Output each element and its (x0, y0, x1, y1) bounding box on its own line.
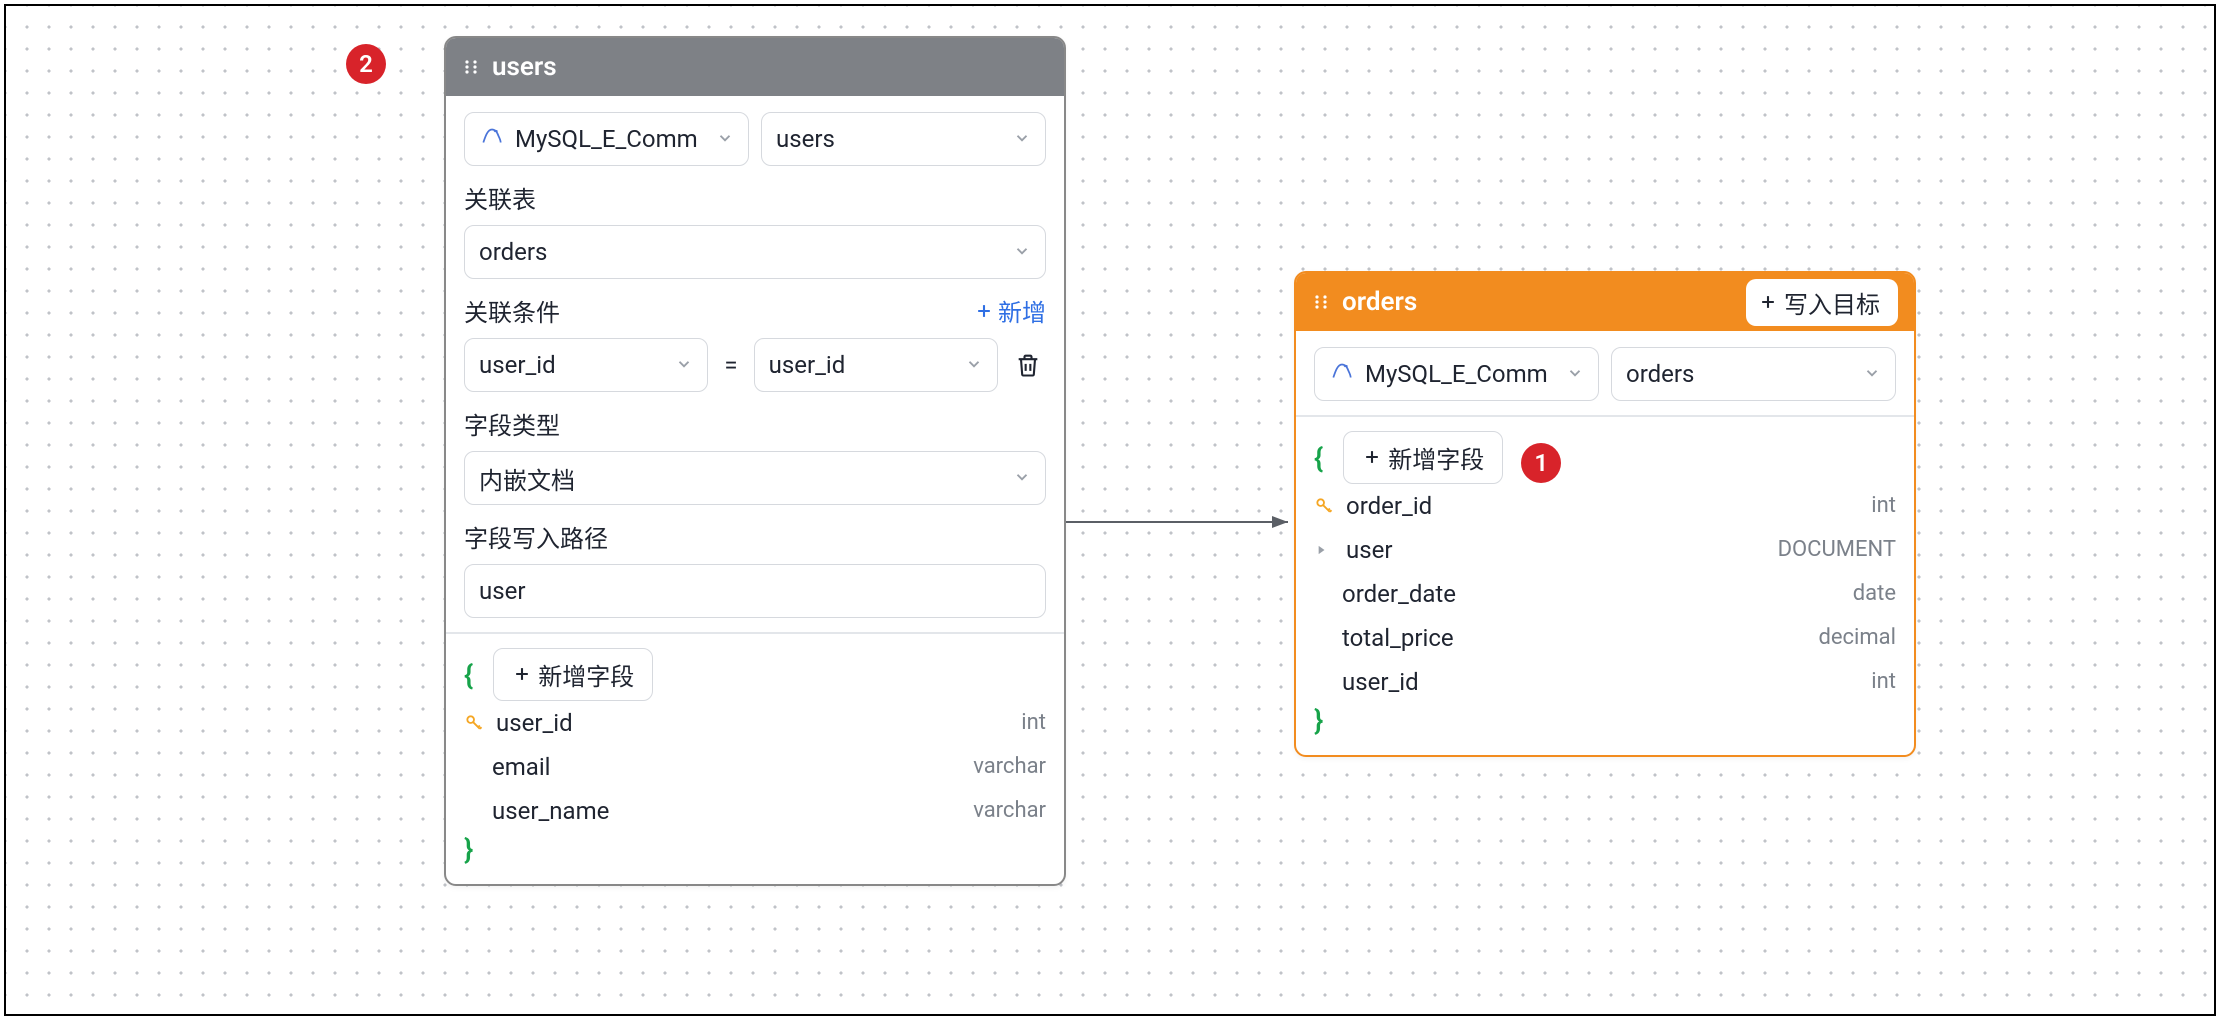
write-path-input[interactable]: user (464, 564, 1046, 618)
add-field-label: 新增字段 (1388, 440, 1484, 475)
field-row[interactable]: email varchar (464, 745, 1046, 789)
field-type: date (1853, 581, 1896, 606)
field-row[interactable]: order_date date (1314, 572, 1896, 616)
close-brace-icon: } (1314, 704, 1323, 737)
field-type: DOCUMENT (1778, 537, 1896, 562)
field-type: varchar (973, 754, 1046, 779)
open-brace-icon: { (464, 658, 473, 691)
open-brace-icon: { (1314, 441, 1323, 474)
close-brace-icon: } (464, 833, 473, 866)
chevron-down-icon (965, 351, 983, 379)
node-orders[interactable]: orders 写入目标 MySQL_E_Comm or (1294, 271, 1916, 757)
join-left-select[interactable]: user_id (464, 338, 708, 392)
chevron-down-icon (1013, 238, 1031, 266)
chevron-down-icon (716, 125, 734, 153)
join-conditions-label: 关联条件 新增 (464, 293, 1046, 328)
drag-handle-icon[interactable] (462, 58, 480, 76)
mysql-icon (1329, 358, 1355, 390)
connection-value: MySQL_E_Comm (515, 125, 708, 153)
mysql-icon (479, 123, 505, 155)
add-field-button[interactable]: 新增字段 (1343, 431, 1503, 484)
field-type: int (1871, 493, 1896, 518)
chevron-down-icon (1013, 125, 1031, 153)
field-row[interactable]: total_price decimal (1314, 616, 1896, 660)
connection-select[interactable]: MySQL_E_Comm (464, 112, 749, 166)
field-type-select[interactable]: 内嵌文档 (464, 451, 1046, 505)
node-orders-title: orders (1342, 287, 1417, 317)
node-users-body: MySQL_E_Comm users 关联表 orders (446, 96, 1064, 634)
join-left-value: user_id (479, 351, 667, 379)
annotation-badge-2: 2 (346, 44, 386, 84)
write-path-label: 字段写入路径 (464, 519, 1046, 554)
field-type-label: 字段类型 (464, 406, 1046, 441)
join-right-select[interactable]: user_id (754, 338, 998, 392)
drag-handle-icon[interactable] (1312, 293, 1330, 311)
field-name: user_name (492, 797, 973, 825)
chevron-down-icon (1013, 464, 1031, 492)
related-table-value: orders (479, 238, 1005, 266)
join-operator: = (720, 351, 741, 379)
field-row[interactable]: user_id int (464, 701, 1046, 745)
add-condition-label: 新增 (998, 293, 1046, 328)
annotation-badge-1: 1 (1521, 443, 1561, 483)
field-name: order_id (1346, 492, 1871, 520)
table-select[interactable]: orders (1611, 347, 1896, 401)
canvas[interactable]: 2 users MySQL_E_Comm use (4, 4, 2216, 1016)
field-name: user_id (1342, 668, 1871, 696)
field-row[interactable]: user DOCUMENT (1314, 528, 1896, 572)
field-row[interactable]: order_id int (1314, 484, 1896, 528)
field-type-value: 内嵌文档 (479, 461, 1005, 496)
field-name: total_price (1342, 624, 1818, 652)
field-name: user_id (496, 709, 1021, 737)
node-users[interactable]: users MySQL_E_Comm users (444, 36, 1066, 886)
related-table-select[interactable]: orders (464, 225, 1046, 279)
caret-right-icon[interactable] (1314, 543, 1338, 557)
chevron-down-icon (1566, 360, 1584, 388)
primary-key-icon (464, 713, 488, 733)
field-name: user (1346, 536, 1778, 564)
field-type: int (1871, 669, 1896, 694)
connection-select[interactable]: MySQL_E_Comm (1314, 347, 1599, 401)
users-fields-block: { 新增字段 user_id int email varchar user_na… (446, 634, 1064, 884)
field-name: email (492, 753, 973, 781)
table-value: orders (1626, 360, 1855, 388)
connection-value: MySQL_E_Comm (1365, 360, 1558, 388)
node-orders-body: MySQL_E_Comm orders (1296, 331, 1914, 417)
chevron-down-icon (1863, 360, 1881, 388)
field-type: varchar (973, 798, 1046, 823)
table-value: users (776, 125, 1005, 153)
node-users-header[interactable]: users (446, 38, 1064, 96)
node-users-title: users (492, 52, 557, 82)
connector-arrow (1066, 512, 1294, 532)
primary-key-icon (1314, 496, 1338, 516)
field-type: int (1021, 710, 1046, 735)
table-select[interactable]: users (761, 112, 1046, 166)
field-row[interactable]: user_name varchar (464, 789, 1046, 833)
add-field-button[interactable]: 新增字段 (493, 648, 653, 701)
add-condition-button[interactable]: 新增 (974, 293, 1046, 328)
node-orders-header[interactable]: orders 写入目标 (1296, 273, 1914, 331)
related-table-label: 关联表 (464, 180, 1046, 215)
field-name: order_date (1342, 580, 1853, 608)
write-target-button[interactable]: 写入目标 (1746, 279, 1898, 326)
orders-fields-block: { 新增字段 1 order_id int user DOCUMENT (1296, 417, 1914, 755)
join-right-value: user_id (769, 351, 957, 379)
add-field-label: 新增字段 (538, 657, 634, 692)
write-path-value: user (479, 577, 1031, 605)
field-row[interactable]: user_id int (1314, 660, 1896, 704)
field-type: decimal (1818, 625, 1896, 650)
chevron-down-icon (675, 351, 693, 379)
delete-condition-button[interactable] (1010, 347, 1046, 383)
write-target-label: 写入目标 (1784, 285, 1880, 320)
